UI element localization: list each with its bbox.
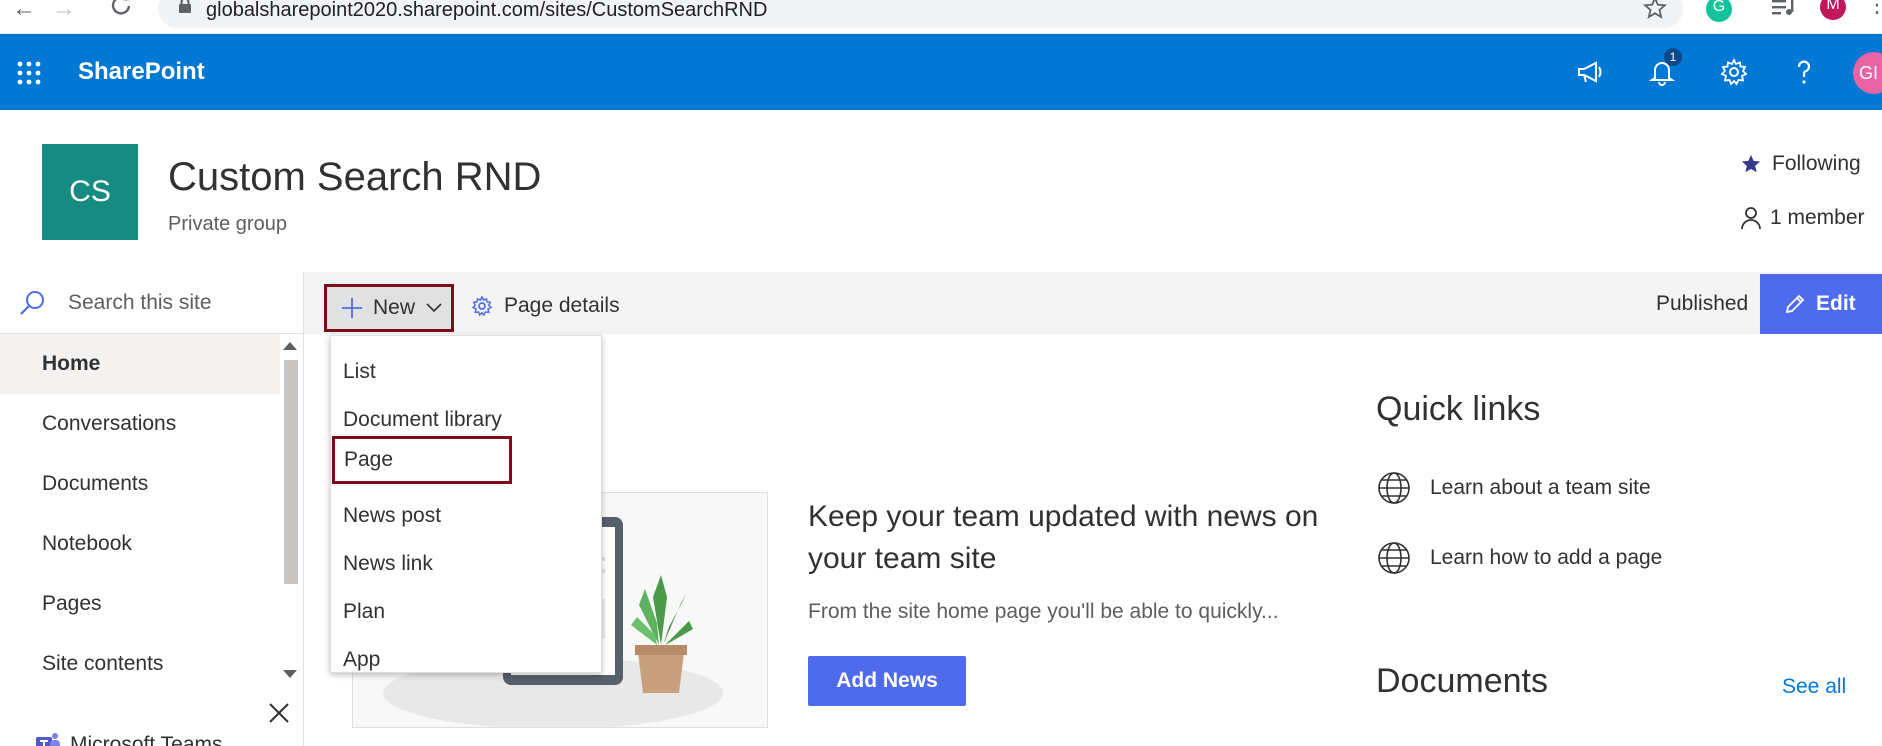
left-navigation: Home Conversations Documents Notebook Pa…: [0, 272, 304, 746]
news-heading: Keep your team updated with news on your…: [808, 500, 1319, 575]
url-text: globalsharepoint2020.sharepoint.com/site…: [206, 0, 768, 21]
nav-item-conversations[interactable]: Conversations: [0, 394, 280, 454]
teams-link[interactable]: Microsoft Teams: [34, 730, 223, 746]
page-details-button[interactable]: Page details: [470, 286, 620, 326]
nav-item-documents[interactable]: Documents: [0, 454, 280, 514]
new-button-label: New: [373, 296, 416, 319]
globe-icon: [1378, 542, 1410, 574]
scroll-up-arrow-icon[interactable]: [283, 342, 297, 350]
suite-bar: SharePoint 1 GI: [0, 34, 1882, 110]
media-queue-icon[interactable]: [1770, 0, 1796, 18]
forward-icon[interactable]: →: [52, 0, 76, 21]
site-logo[interactable]: CS: [42, 144, 138, 240]
person-icon: [1741, 207, 1761, 230]
close-icon[interactable]: [266, 700, 292, 726]
command-bar: New Page details Published Edit: [304, 272, 1882, 334]
quick-link-label: Learn about a team site: [1430, 476, 1651, 499]
nav-item-notebook[interactable]: Notebook: [0, 514, 280, 574]
page-details-label: Page details: [504, 294, 620, 317]
quick-link-add-page[interactable]: Learn how to add a page: [1376, 540, 1662, 576]
edit-button[interactable]: Edit: [1760, 274, 1882, 334]
site-search: [0, 272, 304, 334]
nav-item-pages[interactable]: Pages: [0, 574, 280, 634]
notification-badge: 1: [1664, 48, 1682, 66]
address-bar[interactable]: globalsharepoint2020.sharepoint.com/site…: [158, 0, 1683, 28]
documents-title: Documents: [1376, 662, 1548, 700]
edit-button-label: Edit: [1816, 292, 1856, 315]
lock-icon: [179, 0, 191, 13]
chevron-down-icon: [426, 303, 442, 313]
megaphone-icon[interactable]: [1574, 56, 1606, 88]
menu-item-news-post[interactable]: News post: [331, 492, 601, 540]
following-label: Following: [1772, 152, 1861, 175]
app-launcher-icon[interactable]: [16, 60, 42, 86]
teams-label: Microsoft Teams: [70, 733, 223, 746]
news-description: From the site home page you'll be able t…: [808, 600, 1279, 623]
new-dropdown-menu: List Document library Page News post New…: [330, 335, 602, 673]
quick-links-title: Quick links: [1376, 390, 1541, 428]
menu-item-app[interactable]: App: [331, 636, 601, 684]
brand-name[interactable]: SharePoint: [78, 58, 205, 86]
plus-icon: [342, 298, 362, 318]
nav-item-site-contents[interactable]: Site contents: [0, 634, 280, 694]
nav-item-home[interactable]: Home: [0, 334, 280, 394]
member-count-label: 1 member: [1770, 206, 1865, 229]
scroll-down-arrow-icon[interactable]: [283, 670, 297, 678]
user-avatar[interactable]: GI: [1853, 52, 1882, 94]
members-button[interactable]: 1 member: [1740, 204, 1865, 232]
search-input[interactable]: [68, 290, 288, 315]
see-all-link[interactable]: See all: [1782, 674, 1846, 700]
new-button[interactable]: New: [324, 284, 454, 332]
add-news-button[interactable]: Add News: [808, 656, 966, 706]
site-subtitle: Private group: [168, 213, 287, 235]
teams-icon: [36, 733, 60, 746]
gear-icon: [471, 295, 493, 317]
globe-icon: [1378, 472, 1410, 504]
menu-item-list[interactable]: List: [331, 348, 601, 396]
browser-menu-icon[interactable]: ⋮: [1866, 0, 1882, 16]
search-icon: [20, 290, 44, 315]
scroll-thumb[interactable]: [284, 360, 298, 584]
browser-toolbar: ← → globalsharepoint2020.sharepoint.com/…: [0, 0, 1882, 34]
nav-scrollbar[interactable]: [280, 334, 302, 682]
pencil-icon: [1785, 294, 1805, 314]
following-button[interactable]: Following: [1740, 150, 1861, 178]
gear-icon[interactable]: [1718, 56, 1750, 88]
bookmark-star-icon[interactable]: [1643, 0, 1667, 20]
menu-item-page[interactable]: Page: [332, 436, 512, 484]
publish-status: Published: [1656, 292, 1749, 315]
back-icon[interactable]: ←: [12, 0, 36, 21]
quick-link-team-site[interactable]: Learn about a team site: [1376, 470, 1651, 506]
quick-link-label: Learn how to add a page: [1430, 546, 1663, 569]
help-icon[interactable]: [1788, 56, 1820, 88]
site-title[interactable]: Custom Search RND: [168, 154, 541, 200]
menu-item-news-link[interactable]: News link: [331, 540, 601, 588]
grammarly-icon[interactable]: G: [1706, 0, 1732, 22]
profile-avatar[interactable]: M: [1820, 0, 1846, 20]
reload-icon[interactable]: [110, 0, 132, 16]
menu-item-plan[interactable]: Plan: [331, 588, 601, 636]
star-filled-icon: [1741, 154, 1761, 173]
